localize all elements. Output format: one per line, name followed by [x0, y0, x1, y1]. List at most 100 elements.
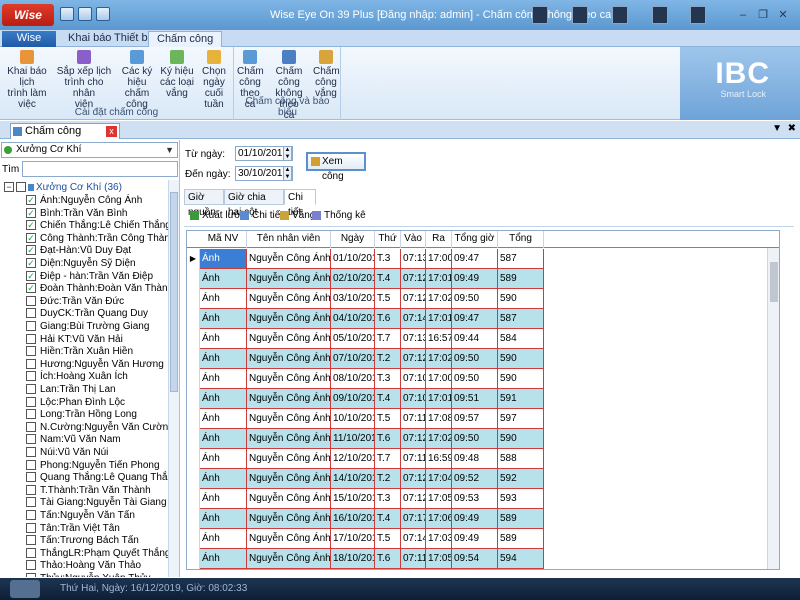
table-cell[interactable]: 17:02: [426, 429, 452, 449]
table-cell[interactable]: 09/10/2019: [331, 389, 375, 409]
table-row[interactable]: ÁnhNguyễn Công Ánh15/10/2019T.307:1217:0…: [187, 489, 779, 509]
table-cell[interactable]: 07:13: [401, 249, 426, 269]
table-cell[interactable]: 09:54: [452, 549, 498, 569]
table-cell[interactable]: 09:49: [452, 509, 498, 529]
table-cell[interactable]: 09:52: [452, 469, 498, 489]
table-cell[interactable]: Nguyễn Công Ánh: [247, 309, 331, 329]
employee-checkbox[interactable]: ✓: [26, 270, 36, 281]
table-cell[interactable]: 589: [498, 529, 544, 549]
tab-detail[interactable]: Chi tiết: [284, 189, 316, 218]
table-cell[interactable]: Nguyễn Công Ánh: [247, 449, 331, 469]
table-cell[interactable]: 17:02: [426, 289, 452, 309]
close-button[interactable]: ✕: [776, 8, 790, 22]
close-tab-icon[interactable]: x: [106, 126, 117, 137]
table-cell[interactable]: 17:02: [426, 349, 452, 369]
absence-attendance-button[interactable]: Chấm công vắng: [313, 50, 340, 99]
table-cell[interactable]: 07:11: [401, 449, 426, 469]
employee-checkbox[interactable]: [26, 308, 36, 319]
table-cell[interactable]: 07:10: [401, 389, 426, 409]
table-cell[interactable]: 09:50: [452, 349, 498, 369]
table-cell[interactable]: 17:01: [426, 309, 452, 329]
collapse-icon[interactable]: −: [4, 182, 14, 192]
table-cell[interactable]: 07/10/2019: [331, 349, 375, 369]
table-cell[interactable]: Nguyễn Công Ánh: [247, 349, 331, 369]
table-row[interactable]: ÁnhNguyễn Công Ánh11/10/2019T.607:1217:0…: [187, 429, 779, 449]
table-cell[interactable]: Ánh: [200, 409, 247, 429]
table-cell[interactable]: T.6: [375, 549, 401, 569]
employee-checkbox[interactable]: ✓: [26, 232, 36, 243]
column-header[interactable]: Ra: [426, 231, 452, 248]
table-cell[interactable]: Ánh: [200, 349, 247, 369]
table-cell[interactable]: 17/10/2019: [331, 529, 375, 549]
table-cell[interactable]: 17:05: [426, 489, 452, 509]
table-cell[interactable]: 589: [498, 509, 544, 529]
table-row[interactable]: ÁnhNguyễn Công Ánh02/10/2019T.407:1217:0…: [187, 269, 779, 289]
detail-button[interactable]: Chi tiết: [240, 210, 283, 222]
tab-raw-time[interactable]: Giờ nguồn: [184, 189, 224, 218]
table-cell[interactable]: 12/10/2019: [331, 449, 375, 469]
table-cell[interactable]: 09:50: [452, 369, 498, 389]
table-cell[interactable]: 16:57: [426, 329, 452, 349]
tab-two-column[interactable]: Giờ chia hai cột: [224, 189, 284, 218]
from-date-spinner[interactable]: ▲ ▼: [283, 146, 292, 161]
table-cell[interactable]: Ánh: [200, 549, 247, 569]
employee-checkbox[interactable]: ✓: [26, 207, 36, 218]
quick-access-icon[interactable]: [78, 7, 92, 21]
table-row[interactable]: ÁnhNguyễn Công Ánh14/10/2019T.207:1217:0…: [187, 469, 779, 489]
table-cell[interactable]: T.4: [375, 509, 401, 529]
employee-checkbox[interactable]: [26, 535, 36, 546]
table-cell[interactable]: 07:12: [401, 349, 426, 369]
table-cell[interactable]: Nguyễn Công Ánh: [247, 369, 331, 389]
column-header[interactable]: Mã NV: [200, 231, 247, 248]
employee-checkbox[interactable]: ✓: [26, 283, 36, 294]
table-cell[interactable]: 17:00: [426, 249, 452, 269]
column-header[interactable]: Ngày: [331, 231, 375, 248]
table-cell[interactable]: Nguyễn Công Ánh: [247, 469, 331, 489]
table-cell[interactable]: Ánh: [200, 449, 247, 469]
table-cell[interactable]: 07:12: [401, 569, 426, 570]
column-header[interactable]: Thứ: [375, 231, 401, 248]
employee-checkbox[interactable]: [26, 409, 36, 420]
table-cell[interactable]: Ánh: [200, 309, 247, 329]
employee-checkbox[interactable]: [26, 573, 36, 577]
employee-checkbox[interactable]: [26, 346, 36, 357]
table-cell[interactable]: 17:06: [426, 509, 452, 529]
work-schedule-button[interactable]: Khai báo lịch trình làm việc: [2, 50, 52, 110]
table-cell[interactable]: 15/10/2019: [331, 489, 375, 509]
employee-checkbox[interactable]: [26, 384, 36, 394]
statistics-button[interactable]: Thống kê: [312, 210, 366, 222]
table-cell[interactable]: 594: [498, 549, 544, 569]
table-cell[interactable]: 07:12: [401, 469, 426, 489]
table-cell[interactable]: Ánh: [200, 509, 247, 529]
table-cell[interactable]: T.4: [375, 389, 401, 409]
weekend-button[interactable]: Chọn ngày cuối tuần: [196, 50, 232, 110]
table-cell[interactable]: 07:14: [401, 309, 426, 329]
employee-checkbox[interactable]: [26, 522, 36, 533]
table-row[interactable]: ÁnhNguyễn Công Ánh05/10/2019T.707:1316:5…: [187, 329, 779, 349]
absence-button[interactable]: Vắng: [280, 210, 315, 222]
table-cell[interactable]: 07:11: [401, 409, 426, 429]
employee-checkbox[interactable]: ✓: [26, 195, 36, 205]
table-cell[interactable]: T.7: [375, 329, 401, 349]
table-cell[interactable]: Ánh: [200, 269, 247, 289]
table-cell[interactable]: 590: [498, 369, 544, 389]
table-cell[interactable]: Nguyễn Công Ánh: [247, 529, 331, 549]
table-row[interactable]: ÁnhNguyễn Công Ánh10/10/2019T.507:1117:0…: [187, 409, 779, 429]
minimize-button[interactable]: –: [736, 8, 750, 22]
table-cell[interactable]: 07:12: [401, 269, 426, 289]
table-cell[interactable]: 09:50: [452, 429, 498, 449]
table-cell[interactable]: T.2: [375, 469, 401, 489]
column-header[interactable]: Tổng giờ: [452, 231, 498, 248]
table-cell[interactable]: Ánh: [200, 289, 247, 309]
document-tab[interactable]: Chấm công không... x: [10, 123, 120, 151]
table-cell[interactable]: 09:51: [452, 389, 498, 409]
table-cell[interactable]: 590: [498, 429, 544, 449]
column-header[interactable]: Vào: [401, 231, 426, 248]
table-cell[interactable]: Ánh: [200, 369, 247, 389]
table-cell[interactable]: Nguyễn Công Ánh: [247, 549, 331, 569]
table-cell[interactable]: T.7: [375, 449, 401, 469]
table-cell[interactable]: 19/10/2019: [331, 569, 375, 570]
employee-checkbox[interactable]: [26, 472, 36, 483]
table-cell[interactable]: 08/10/2019: [331, 369, 375, 389]
table-cell[interactable]: 05/10/2019: [331, 329, 375, 349]
